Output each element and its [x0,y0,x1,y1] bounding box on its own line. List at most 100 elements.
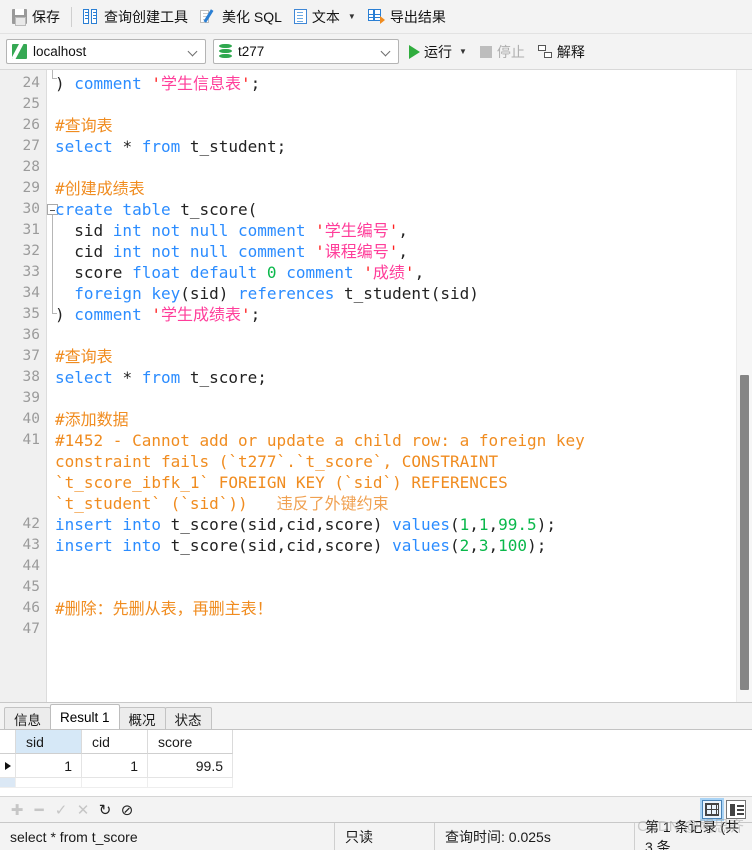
code-line[interactable]: select * from t_score; [55,367,267,388]
code-line[interactable]: ) comment '学生成绩表'; [55,304,260,325]
line-number: 24 [22,75,40,91]
form-view-button[interactable] [726,800,746,819]
code-line[interactable]: create table t_score( [55,199,257,220]
code-token: sid [55,221,113,240]
remove-record-button[interactable]: ━ [28,800,50,820]
refresh-button[interactable]: ↻ [94,800,116,820]
result-tab-1[interactable]: Result 1 [50,704,120,729]
column-header-cid[interactable]: cid [82,730,148,754]
code-token: comment [74,305,152,324]
code-line[interactable]: ) comment '学生信息表'; [55,73,260,94]
editor-scrollbar[interactable] [736,70,752,702]
code-line[interactable]: #添加数据 [55,409,129,430]
code-line[interactable]: foreign key(sid) references t_student(si… [55,283,479,304]
code-token: , [488,536,499,555]
sql-editor[interactable]: 24 25 26 27 28 29 30 31 32 33 34 35 36 37 38 39 40 41 42 43… [0,70,752,702]
result-tab-2[interactable]: 概况 [118,707,166,729]
stop-button-label: 停止 [496,43,525,60]
code-token: foreign key [74,284,181,303]
code-token: , [488,515,499,534]
status-sql: select * from t_score [10,828,138,845]
code-token: ' [240,74,251,93]
grid-corner-cell [0,730,16,754]
code-line[interactable]: #查询表 [55,346,113,367]
code-area[interactable]: ) comment '学生信息表'; #查询表 select * from t_st… [47,70,752,702]
connection-select[interactable]: localhost [6,39,206,64]
code-line[interactable]: sid int not null comment '学生编号', [55,220,408,241]
status-readonly: 只读 [334,823,434,850]
column-header-sid[interactable]: sid [16,730,82,754]
stop-loading-button[interactable]: ⊘ [116,800,138,820]
code-token: ' [151,74,161,93]
chevron-down-icon[interactable] [189,47,198,56]
grid-stub-cell [82,778,148,788]
table-cell[interactable]: 1 [82,754,148,778]
code-token: #查询表 [55,347,113,366]
confirm-record-button[interactable]: ✓ [50,800,72,820]
text-button[interactable]: 文本 ▼ [288,4,362,30]
chevron-down-icon[interactable]: ▼ [348,12,356,21]
code-line[interactable]: `t_student` (`sid`)) 违反了外键约束 [55,493,389,514]
code-token: select [55,368,123,387]
code-token: 学生编号 [324,221,389,240]
result-tab-0[interactable]: 信息 [4,707,51,729]
query-builder-button[interactable]: 查询创建工具 [77,4,194,30]
code-token: * [122,368,142,387]
query-builder-label: 查询创建工具 [104,8,188,25]
stop-icon [479,45,492,58]
chevron-down-icon[interactable]: ▼ [459,47,467,56]
code-token: (sid) [180,284,239,303]
explain-button[interactable]: 解释 [535,40,588,64]
code-token: 1 [478,515,489,534]
code-token: t_score( [180,200,258,219]
cancel-record-button[interactable]: ✕ [72,800,94,820]
code-token: constraint fails (`t277`.`t_score`, CONS… [55,452,499,471]
code-line[interactable]: select * from t_student; [55,136,286,157]
code-line[interactable]: #创建成绩表 [55,178,145,199]
add-record-button[interactable]: ✚ [6,800,28,820]
connection-value: localhost [33,44,87,59]
editor-scrollbar-thumb[interactable] [740,375,749,690]
grid-stub-cell [148,778,233,788]
code-line[interactable]: cid int not null comment '课程编号', [55,241,408,262]
code-line[interactable]: #1452 - Cannot add or update a child row… [55,430,585,451]
code-token: comment [74,74,152,93]
line-number: 28 [22,159,40,175]
grid-empty-stub [0,778,752,788]
results-grid[interactable]: sid cid score 1 1 99.5 [0,729,752,796]
code-line[interactable]: #查询表 [55,115,113,136]
code-line[interactable]: constraint fails (`t277`.`t_score`, CONS… [55,451,498,472]
code-token: create table [55,200,181,219]
export-results-button[interactable]: 导出结果 [362,4,452,30]
line-number: 29 [22,180,40,196]
grid-view-button[interactable] [700,798,724,821]
code-line[interactable]: score float default 0 comment '成绩', [55,262,424,283]
save-button[interactable]: 保存 [6,4,66,30]
code-token: * [122,137,142,156]
line-number: 40 [22,411,40,427]
column-header-score[interactable]: score [148,730,233,754]
play-icon [409,44,420,59]
code-token: t_score(sid,cid,score) [170,515,393,534]
chevron-down-icon[interactable] [382,47,391,56]
code-token: insert into [55,536,171,555]
table-row[interactable]: 1 1 99.5 [0,754,752,778]
database-select[interactable]: t277 [213,39,399,64]
line-number: 27 [22,138,40,154]
code-token: , [398,242,409,261]
beautify-sql-label: 美化 SQL [222,8,282,25]
code-token: #查询表 [55,116,113,135]
beautify-sql-button[interactable]: 美化 SQL [194,4,288,30]
run-button[interactable]: 运行 ▼ [406,40,470,64]
code-token: references [238,284,344,303]
code-line[interactable]: insert into t_score(sid,cid,score) value… [55,514,556,535]
code-token: 学生成绩表 [160,305,241,324]
code-token: values [392,515,450,534]
code-line[interactable]: `t_score_ibfk_1` FOREIGN KEY (`sid`) REF… [55,472,508,493]
table-cell[interactable]: 99.5 [148,754,233,778]
code-line[interactable]: insert into t_score(sid,cid,score) value… [55,535,546,556]
code-token: , [414,263,425,282]
table-cell[interactable]: 1 [16,754,82,778]
code-line[interactable]: #删除：先删从表，再删主表！ [55,598,273,619]
result-tab-3[interactable]: 状态 [164,707,212,729]
